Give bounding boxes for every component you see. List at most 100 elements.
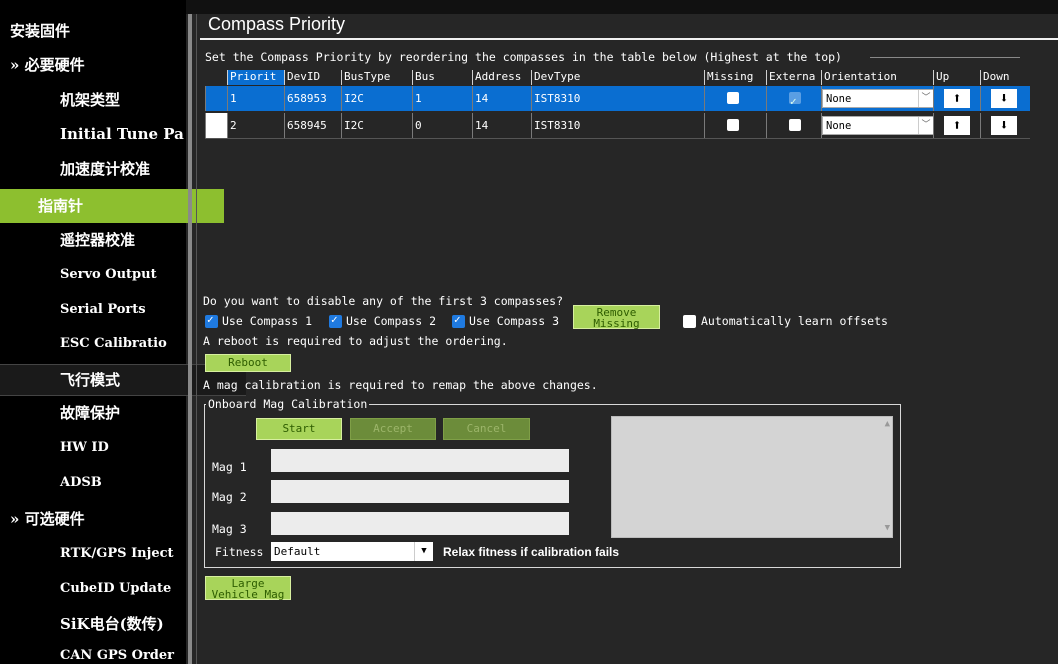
external-checkbox[interactable] bbox=[789, 89, 801, 111]
disable-question: Do you want to disable any of the first … bbox=[203, 294, 564, 308]
sidebar-item-radio-calibration[interactable]: 遥控器校准 bbox=[0, 226, 246, 254]
column-down[interactable]: Down bbox=[980, 70, 1030, 85]
use-compass-3-label: Use Compass 3 bbox=[469, 314, 560, 328]
column-bus[interactable]: Bus bbox=[412, 70, 472, 85]
sidebar-item-label: 安装固件 bbox=[10, 22, 71, 40]
start-button[interactable]: Start bbox=[256, 418, 342, 440]
fitness-select[interactable]: Default ▼ bbox=[271, 542, 433, 561]
chevron-down-icon: ﹀ bbox=[918, 90, 933, 107]
scroll-down-icon[interactable]: ▼ bbox=[885, 523, 890, 533]
sidebar-item-accel-calibration[interactable]: 加速度计校准 bbox=[0, 155, 246, 183]
sidebar-item-label: Initial Tune Pa bbox=[60, 125, 184, 143]
row-header[interactable] bbox=[205, 86, 227, 111]
sidebar-item-label: ADSB bbox=[60, 475, 102, 490]
sidebar-item-label: 飞行模式 bbox=[60, 371, 121, 389]
down-arrow-icon[interactable]: ⬇ bbox=[991, 116, 1017, 135]
cell-missing bbox=[704, 113, 766, 138]
use-compass-2-label: Use Compass 2 bbox=[346, 314, 437, 328]
divider bbox=[196, 14, 197, 664]
column-up[interactable]: Up bbox=[933, 70, 980, 85]
fitness-label: Fitness bbox=[215, 545, 264, 559]
mag2-label: Mag 2 bbox=[212, 490, 247, 504]
sidebar-item-can-gps-order[interactable]: CAN GPS Order bbox=[0, 645, 246, 664]
reboot-button[interactable]: Reboot bbox=[205, 354, 291, 372]
cell-priority: 2 bbox=[227, 113, 284, 138]
missing-checkbox[interactable] bbox=[727, 119, 739, 131]
mag2-progress bbox=[271, 480, 569, 503]
cell-bus: 1 bbox=[412, 86, 472, 111]
sidebar-item-label: Servo Output bbox=[60, 267, 157, 282]
row-header[interactable] bbox=[205, 113, 227, 138]
column-priority[interactable]: Priorit bbox=[227, 70, 284, 85]
cell-down: ⬇ bbox=[980, 86, 1030, 111]
cell-devtype: IST8310 bbox=[531, 113, 704, 138]
reboot-note: A reboot is required to adjust the order… bbox=[203, 334, 508, 348]
sidebar-item-install-firmware[interactable]: 安装固件 bbox=[0, 18, 196, 44]
sidebar-item-label: Serial Ports bbox=[60, 302, 146, 317]
cell-external bbox=[766, 86, 821, 111]
column-devid[interactable]: DevID bbox=[284, 70, 340, 85]
table-row[interactable]: 1 658953 I2C 1 14 IST8310 None ﹀ ⬆ ⬇ bbox=[205, 86, 1030, 111]
splitter[interactable] bbox=[188, 14, 192, 664]
sidebar-item-label: CubeID Update bbox=[60, 581, 172, 596]
sidebar-item-sik-radio[interactable]: SiK电台(数传) bbox=[0, 610, 246, 638]
scroll-up-icon[interactable]: ▲ bbox=[885, 419, 890, 429]
sidebar-item-label: 指南针 bbox=[38, 197, 84, 215]
column-external[interactable]: Externa bbox=[766, 70, 821, 85]
cell-bustype: I2C bbox=[341, 113, 412, 138]
table-row[interactable]: 2 658945 I2C 0 14 IST8310 None ﹀ ⬆ ⬇ bbox=[205, 113, 1030, 138]
column-missing[interactable]: Missing bbox=[704, 70, 766, 85]
down-arrow-icon[interactable]: ⬇ bbox=[991, 89, 1017, 108]
sidebar-item-optional-hardware[interactable]: » 可选硬件 bbox=[0, 505, 196, 533]
table-header: Priorit DevID BusType Bus Address DevTyp… bbox=[205, 70, 1030, 85]
sidebar-item-mandatory-hardware[interactable]: » 必要硬件 bbox=[0, 52, 196, 78]
cell-devid: 658953 bbox=[284, 86, 341, 111]
sidebar-item-label: » 必要硬件 bbox=[10, 56, 85, 74]
cell-external bbox=[766, 113, 821, 138]
mag-calibration-note: A mag calibration is required to remap t… bbox=[203, 378, 598, 392]
sidebar-item-servo-output[interactable]: Servo Output bbox=[0, 261, 246, 289]
use-compass-3-checkbox[interactable] bbox=[452, 313, 465, 328]
cell-orientation: None ﹀ bbox=[821, 86, 933, 111]
up-arrow-icon[interactable]: ⬆ bbox=[944, 116, 970, 135]
sidebar-item-label: » 可选硬件 bbox=[10, 510, 85, 528]
orientation-select[interactable]: None ﹀ bbox=[822, 89, 933, 108]
column-devtype[interactable]: DevType bbox=[531, 70, 704, 85]
column-orientation[interactable]: Orientation bbox=[821, 70, 933, 85]
cell-bus: 0 bbox=[412, 113, 472, 138]
instruction-text: Set the Compass Priority by reordering t… bbox=[205, 50, 842, 64]
missing-checkbox[interactable] bbox=[727, 92, 739, 104]
cell-address: 14 bbox=[472, 113, 531, 138]
mag3-label: Mag 3 bbox=[212, 522, 247, 536]
calibration-log-textarea[interactable]: ▲ ▼ bbox=[611, 416, 893, 538]
fitness-value: Default bbox=[274, 545, 321, 558]
use-compass-1-checkbox[interactable] bbox=[205, 313, 218, 328]
column-address[interactable]: Address bbox=[472, 70, 531, 85]
up-arrow-icon[interactable]: ⬆ bbox=[944, 89, 970, 108]
sidebar-item-label: 故障保护 bbox=[60, 404, 121, 422]
large-vehicle-mag-button[interactable]: Large Vehicle Mag bbox=[205, 576, 291, 600]
cancel-button[interactable]: Cancel bbox=[443, 418, 530, 440]
remove-missing-button[interactable]: Remove Missing bbox=[573, 305, 660, 329]
chevron-down-icon: ﹀ bbox=[918, 117, 933, 134]
mag3-progress bbox=[271, 512, 569, 535]
divider bbox=[870, 57, 1020, 58]
accept-button[interactable]: Accept bbox=[350, 418, 436, 440]
mag1-label: Mag 1 bbox=[212, 460, 247, 474]
orientation-select[interactable]: None ﹀ bbox=[822, 116, 933, 135]
cell-devtype: IST8310 bbox=[531, 86, 704, 111]
cell-orientation: None ﹀ bbox=[821, 113, 933, 138]
sidebar-item-label: 机架类型 bbox=[60, 91, 121, 109]
column-bustype[interactable]: BusType bbox=[341, 70, 412, 85]
sidebar-item-label: CAN GPS Order bbox=[60, 648, 175, 663]
external-checkbox[interactable] bbox=[789, 119, 801, 131]
relax-fitness-label: Relax fitness if calibration fails bbox=[443, 545, 620, 559]
cell-bustype: I2C bbox=[341, 86, 412, 111]
use-compass-2-checkbox[interactable] bbox=[329, 313, 342, 328]
auto-learn-offsets-checkbox[interactable] bbox=[683, 315, 696, 328]
group-legend: Onboard Mag Calibration bbox=[206, 397, 370, 411]
cell-up: ⬆ bbox=[933, 113, 980, 138]
orientation-value: None bbox=[826, 93, 852, 105]
page-title: Compass Priority bbox=[208, 14, 346, 34]
use-compass-1-label: Use Compass 1 bbox=[222, 314, 313, 328]
